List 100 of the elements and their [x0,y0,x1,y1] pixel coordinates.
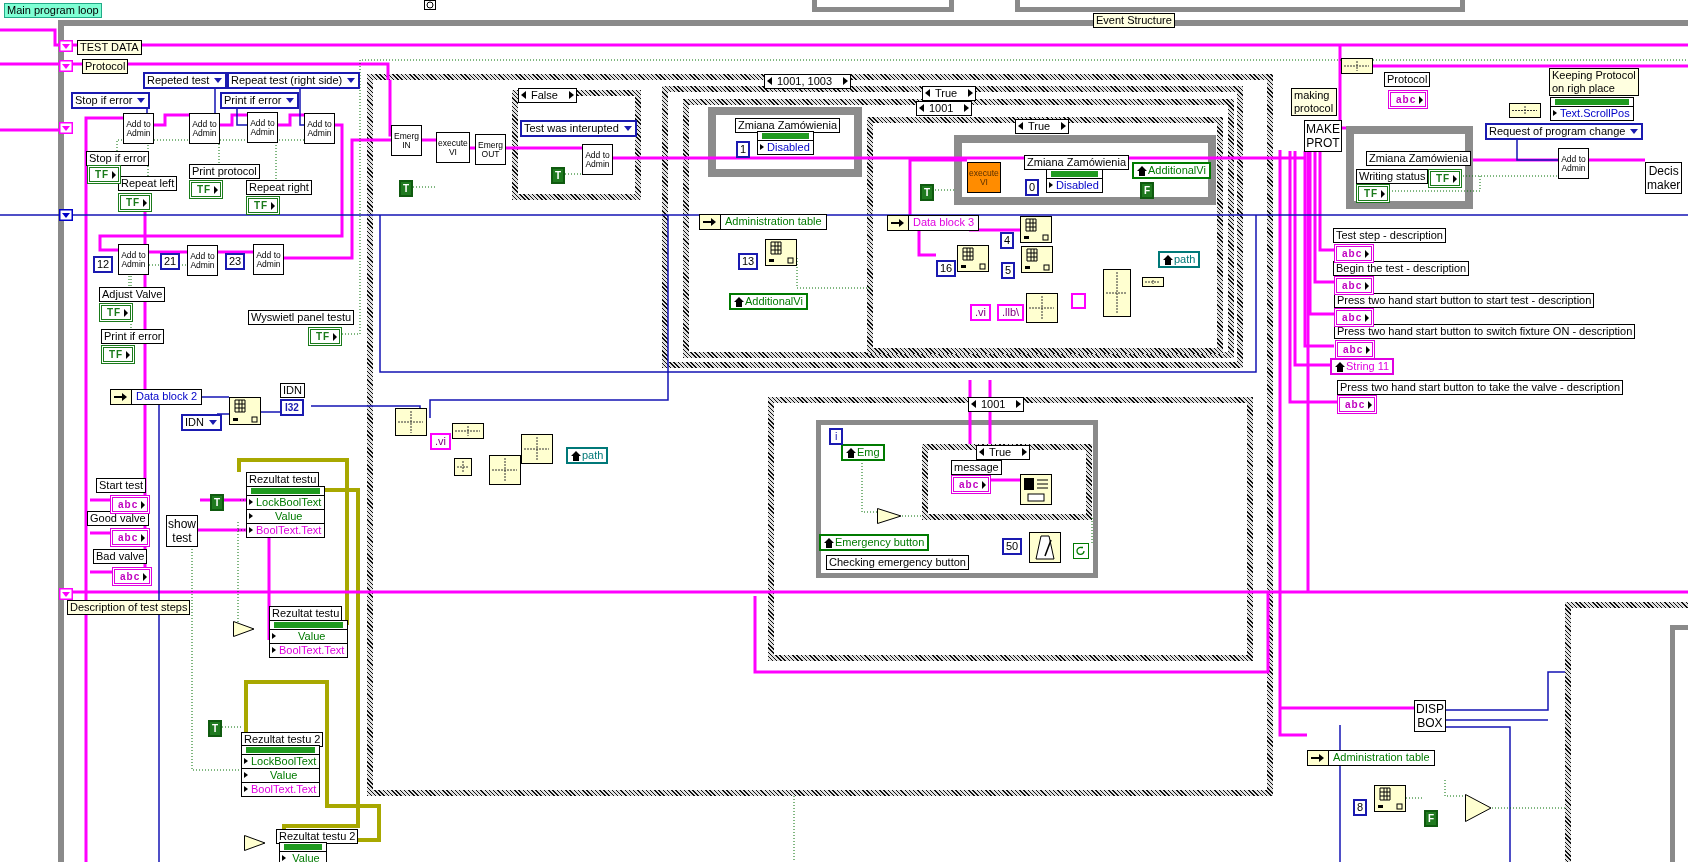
function-icon [454,458,472,476]
enum-constant: Test was interupted [520,120,637,137]
numeric-constant: 50 [1002,538,1023,555]
boolean-constant: T [208,720,223,737]
variable-name: path [1174,253,1196,266]
dialog-icon [1020,474,1052,505]
select-icon [1465,794,1492,822]
function-icon [489,455,521,485]
free-label: Zmiana Zamówienia [735,118,841,133]
house-icon [1137,165,1147,176]
control-terminal: abc [110,528,151,547]
function-icon [452,423,484,439]
property-row: Text.ScrollPos [1551,106,1633,120]
free-label: Bad valve [93,549,148,564]
not-gate-icon [244,835,266,851]
case-selector: False [518,88,577,103]
numeric-constant: 23 [225,253,246,270]
property-row: BoolText.Text [270,643,348,657]
string-constant: .vi [430,433,451,450]
cluster-name: Data block 3 [912,216,976,230]
variable-name: AdditionalVi [745,295,803,308]
free-label: making protocol [1291,88,1337,116]
boolean-constant: F [1424,810,1439,827]
enum-constant: Repeted test [143,72,228,89]
free-label: Rezultat testu 2 [276,829,359,844]
variable-name: Emergency button [835,536,925,549]
subvi-node: Add to Admin [582,144,613,175]
numeric-constant: 1 [736,141,751,158]
tunnel-label: TEST DATA [77,40,142,55]
tunnel-label: Description of test steps [67,600,191,615]
free-label: Press two hand start button to switch fixture ON - description [1334,324,1636,339]
enum-constant: IDN [181,414,222,431]
free-label: Protocol [1384,72,1431,87]
boolean-constant: T [210,494,225,511]
control-terminal: TF [246,196,281,215]
function-icon [1142,277,1164,287]
array-index-icon [1020,216,1052,243]
variable-name: Emg [857,446,880,459]
property-row: BoolText.Text [242,782,320,796]
house-icon [846,447,856,458]
free-label: Writing status [1356,169,1429,184]
control-terminal: abc [1334,276,1375,295]
free-label: IDN [280,383,305,398]
subvi-node: Add to Admin [247,112,278,143]
case-selector: True [1015,119,1070,134]
control-terminal: TF [1356,184,1391,203]
house-icon [1335,361,1345,372]
metronome-icon [1029,532,1061,563]
boolean-constant: T [399,180,414,197]
numeric-constant: 4 [1000,232,1015,249]
control-terminal: abc [1334,244,1375,263]
function-icon [395,408,427,436]
subvi-node: execute VI [967,162,1001,193]
subvi-node: execute VI [436,132,470,163]
subvi-node: Emerg OUT [475,134,506,165]
control-terminal: abc [110,495,151,514]
free-label: Print protocol [189,164,260,179]
cluster-name: Data block 2 [135,390,199,404]
string-constant: .llb\ [997,304,1025,321]
subvi-node: Add to Admin [123,113,154,144]
boolean-constant: F [1140,182,1155,199]
control-terminal: TF [1428,169,1463,188]
house-icon [1163,254,1173,265]
subvi-node: Emerg IN [391,125,422,156]
function-icon [1509,103,1541,118]
free-label: Stop if error [86,151,150,166]
free-label: message [951,460,1002,475]
subvi-node: Add to Admin [187,245,218,276]
property-node-header [246,747,316,753]
numeric-constant: 0 [1025,179,1040,196]
property-row: LockBoolText [242,754,320,768]
shift-register-icon [59,209,73,221]
array-index-icon [765,239,797,266]
array-index-icon [1374,785,1406,812]
control-terminal: abc [951,475,992,494]
function-icon [1341,58,1373,74]
case-selector: 1001, 1003 [764,74,852,89]
array-index-icon [1021,246,1053,273]
not-gate-icon [233,621,255,637]
array-index-icon [229,397,261,425]
boolean-constant: T [551,167,566,184]
build-array-icon [1103,269,1131,317]
variable-name: path [582,449,604,462]
free-label: Adjust Valve [99,287,166,302]
property-row: LockBoolText [247,495,325,509]
control-terminal: TF [308,327,343,346]
iteration-terminal: i [829,428,844,445]
diagram-label: Main program loop [4,3,102,18]
and-gate-icon [877,508,902,524]
property-node-header [284,844,322,850]
enum-constant: Repeat test (right side) [227,72,361,89]
house-icon [824,537,834,548]
numeric-constant: 12 [93,256,114,273]
free-label: Zmiana Zamówienia [1024,155,1130,170]
case-selector: 1001 [916,101,973,116]
house-icon [571,450,581,461]
case-selector: 1001 [968,397,1025,412]
boolean-constant: T [920,184,935,201]
empty-string-constant [1071,293,1086,309]
control-terminal: abc [1388,90,1429,109]
